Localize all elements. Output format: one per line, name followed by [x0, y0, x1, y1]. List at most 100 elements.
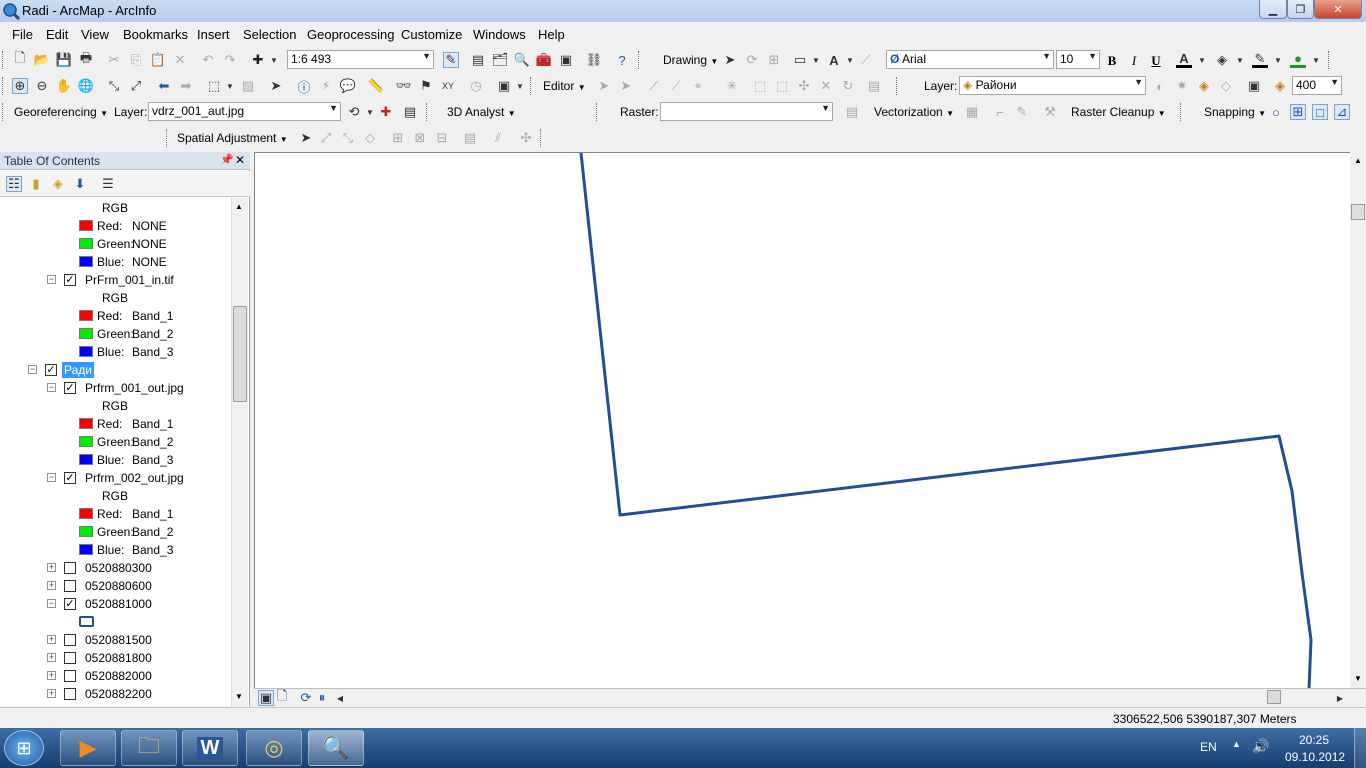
- view-link-table-icon[interactable]: ▤: [462, 130, 478, 146]
- layer-visibility-checkbox[interactable]: ✓: [64, 274, 76, 286]
- clock-date[interactable]: 09.10.2012: [1285, 750, 1345, 764]
- fixed-zoom-out-icon[interactable]: ⤢: [128, 78, 144, 94]
- color-swatch[interactable]: [79, 436, 93, 447]
- forward-arrow-icon[interactable]: ➡: [178, 78, 194, 94]
- color-swatch[interactable]: [79, 328, 93, 339]
- raster-tool-icon[interactable]: ▤: [844, 104, 860, 120]
- toc-layer[interactable]: +0520882000: [0, 667, 230, 685]
- toolbar-grip[interactable]: [596, 103, 601, 121]
- chevron-down-icon[interactable]: ▼: [222, 78, 238, 94]
- layer-visibility-checkbox[interactable]: [64, 634, 76, 646]
- layer-name[interactable]: PrFrm_001_in.tif: [83, 272, 176, 288]
- color-swatch[interactable]: [79, 454, 93, 465]
- whats-this-help-icon[interactable]: ?: [614, 52, 630, 68]
- pencil-icon[interactable]: ✎: [1014, 104, 1030, 120]
- toc-vertical-scrollbar[interactable]: ▲ ▼: [231, 198, 248, 706]
- taskbar-arcmap[interactable]: 🔍: [308, 730, 364, 766]
- pause-drawing-icon[interactable]: ⏸: [314, 690, 330, 706]
- vertex-snapping-icon[interactable]: □: [1312, 104, 1328, 120]
- go-to-xy-icon[interactable]: XY: [440, 78, 456, 94]
- taskbar-explorer[interactable]: 🗀: [121, 730, 177, 766]
- list-by-drawing-order-icon[interactable]: ☷: [6, 176, 22, 192]
- line-color-icon[interactable]: ✎: [1252, 51, 1268, 68]
- cut-polygons-icon[interactable]: ✣: [796, 78, 812, 94]
- layer-visibility-checkbox[interactable]: [64, 670, 76, 682]
- toolbar-grip[interactable]: [540, 129, 545, 147]
- swipe-icon[interactable]: ◐: [1152, 78, 1168, 94]
- layer-combo[interactable]: ◈ Райони ▼: [959, 76, 1146, 95]
- new-limited-adjustment-icon[interactable]: ⊠: [412, 130, 428, 146]
- layer-name[interactable]: 0520881000: [83, 596, 154, 612]
- toc-layer[interactable]: − ✓ 0520881000: [0, 595, 230, 613]
- restore-button[interactable]: ❐: [1287, 0, 1314, 19]
- edit-tool-icon[interactable]: ➤: [596, 78, 612, 94]
- polygon-symbol-icon[interactable]: [79, 616, 94, 627]
- fixed-zoom-in-icon[interactable]: ⤡: [106, 78, 122, 94]
- end-snapping-icon[interactable]: ⊞: [1290, 104, 1306, 120]
- print-icon[interactable]: 🖶: [78, 50, 94, 68]
- edit-annotation-icon[interactable]: ➤: [618, 78, 634, 94]
- parcel-boundary-polyline[interactable]: [579, 153, 1313, 689]
- menu-selection[interactable]: Selection: [243, 27, 296, 42]
- toolbar-grip[interactable]: [1180, 103, 1185, 121]
- color-swatch[interactable]: [79, 310, 93, 321]
- add-data-icon[interactable]: ✚: [250, 52, 266, 68]
- raster-painting-icon[interactable]: ⚒: [1042, 104, 1058, 120]
- scroll-up-arrow-icon[interactable]: ▲: [1354, 156, 1362, 165]
- layer-name[interactable]: 0520880600: [83, 578, 154, 594]
- spatial-adjustment-menu[interactable]: Spatial Adjustment ▼: [177, 131, 288, 145]
- paste-icon[interactable]: 📋: [150, 52, 166, 68]
- rotate-icon[interactable]: ↻: [840, 78, 856, 94]
- redo-icon[interactable]: ↷: [222, 52, 238, 68]
- point-icon[interactable]: ✳: [724, 78, 740, 94]
- toc-layer[interactable]: +0520881500: [0, 631, 230, 649]
- time-slider-icon[interactable]: ◷: [468, 78, 484, 94]
- toc-layer[interactable]: − ✓ Prfrm_002_out.jpg: [0, 469, 230, 487]
- expand-toggle-icon[interactable]: +: [47, 581, 56, 590]
- layer-visibility-checkbox[interactable]: ✓: [64, 598, 76, 610]
- color-swatch[interactable]: [79, 220, 93, 231]
- select-elements-icon[interactable]: ➤: [298, 130, 314, 146]
- taskbar-media-player[interactable]: ▶: [60, 730, 116, 766]
- expand-toggle-icon[interactable]: +: [47, 689, 56, 698]
- fill-color-icon[interactable]: ◈: [1214, 52, 1230, 68]
- layer-visibility-checkbox[interactable]: ✓: [64, 382, 76, 394]
- search-window-icon[interactable]: 🔍: [514, 52, 530, 68]
- data-view-icon[interactable]: ▣: [258, 690, 274, 706]
- menu-windows[interactable]: Windows: [473, 27, 526, 42]
- chevron-down-icon[interactable]: ▼: [1232, 52, 1248, 68]
- underline-button[interactable]: U: [1148, 51, 1164, 71]
- layout-view-icon[interactable]: 🗋: [274, 688, 290, 706]
- map-vertical-scrollbar[interactable]: ▲ ▼: [1350, 152, 1366, 688]
- close-button[interactable]: ✕: [1314, 0, 1362, 19]
- toc-layer[interactable]: − ✓ Prfrm_001_out.jpg: [0, 379, 230, 397]
- effects-window-icon[interactable]: ▣: [1246, 78, 1262, 94]
- attribute-transfer-icon[interactable]: ✣: [518, 130, 534, 146]
- toolbar-grip[interactable]: [896, 77, 901, 95]
- point-snapping-icon[interactable]: ○: [1268, 104, 1284, 120]
- show-desktop-button[interactable]: [1354, 728, 1366, 768]
- toolbar-grip[interactable]: [2, 51, 7, 69]
- toc-scrollbar-thumb[interactable]: [233, 306, 247, 402]
- collapse-toggle-icon[interactable]: −: [47, 275, 56, 284]
- language-indicator[interactable]: EN: [1200, 740, 1217, 754]
- menu-bookmarks[interactable]: Bookmarks: [123, 27, 188, 42]
- menu-help[interactable]: Help: [538, 27, 565, 42]
- clear-limited-adjustment-icon[interactable]: ⊟: [434, 130, 450, 146]
- options-icon[interactable]: ☰: [100, 176, 116, 192]
- toc-group-layer[interactable]: − ✓ Ради: [0, 361, 230, 379]
- cut-icon[interactable]: ✂: [106, 52, 122, 68]
- hyperlink-icon[interactable]: ⚡: [318, 78, 334, 94]
- map-hscrollbar-thumb[interactable]: [1267, 690, 1281, 704]
- edit-vertices-icon[interactable]: ⟋: [858, 52, 874, 68]
- georef-layer-combo[interactable]: vdrz_001_aut.jpg ▼: [148, 102, 341, 121]
- edge-snapping-icon[interactable]: ⊿: [1334, 104, 1350, 120]
- show-hidden-icons-icon[interactable]: ▲: [1232, 739, 1241, 749]
- flicker-rate-icon[interactable]: ◈: [1272, 78, 1288, 94]
- color-swatch[interactable]: [79, 508, 93, 519]
- layer-name[interactable]: Prfrm_001_out.jpg: [83, 380, 186, 396]
- color-swatch[interactable]: [79, 418, 93, 429]
- full-extent-globe-icon[interactable]: 🌐: [78, 78, 94, 94]
- undo-icon[interactable]: ↶: [200, 52, 216, 68]
- raster-cleanup-menu[interactable]: Raster Cleanup ▼: [1071, 105, 1166, 119]
